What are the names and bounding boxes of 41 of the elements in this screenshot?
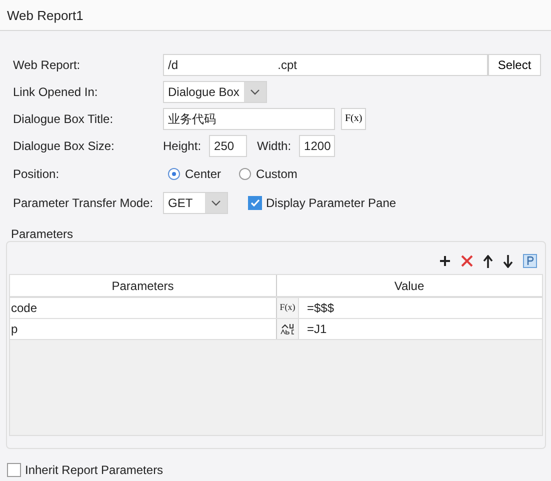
width-field[interactable]: 1200	[299, 134, 336, 156]
radio-button[interactable]	[168, 168, 180, 180]
parameter-icon[interactable]	[523, 254, 537, 268]
field-label: Link Opened In:	[13, 84, 99, 100]
field-label: Dialogue Box Size:	[13, 138, 116, 154]
field-label: Position:	[13, 166, 60, 183]
checkbox-label[interactable]: Inherit Report Parameters	[25, 461, 164, 479]
column-header: Value	[394, 278, 424, 294]
field-label: Web Report:	[13, 56, 82, 74]
checkbox-label[interactable]: Display Parameter Pane	[266, 194, 396, 212]
web-report-field[interactable]: /d .cpt	[163, 54, 488, 76]
title-field[interactable]: 业务代码	[163, 108, 335, 130]
table-cell-text: =$$$	[307, 300, 334, 317]
text-type-icon[interactable]	[277, 319, 299, 339]
add-icon[interactable]	[439, 255, 451, 267]
field-label: Width:	[257, 138, 292, 154]
height-field[interactable]: 250	[209, 134, 248, 156]
formula-button[interactable]: F(x)	[341, 108, 366, 130]
delete-icon[interactable]	[461, 255, 473, 267]
checkbox[interactable]	[7, 463, 21, 477]
caret-icon	[250, 88, 260, 94]
field-label: Parameter Transfer Mode:	[13, 195, 154, 212]
radio-label[interactable]: Custom	[256, 165, 298, 183]
mode-dropdown[interactable]: GET	[163, 192, 228, 214]
link-dropdown[interactable]: Dialogue Box	[163, 80, 267, 102]
caret-icon	[211, 200, 221, 206]
table-cell-text: p	[11, 321, 18, 338]
field-label: Dialogue Box Title:	[13, 110, 114, 128]
radio-button[interactable]	[239, 168, 252, 180]
formula-type-icon[interactable]: F(x)	[277, 298, 299, 318]
group-title: Parameters	[11, 227, 74, 241]
field-label: Height:	[163, 138, 202, 154]
column-header: Parameters	[112, 278, 174, 294]
table-cell-text: =J1	[307, 321, 327, 338]
down-arrow-icon[interactable]	[503, 254, 513, 268]
checkbox[interactable]	[248, 196, 262, 210]
panel-title: Web Report1	[7, 8, 84, 23]
select-button[interactable]: Select	[488, 54, 541, 76]
radio-label[interactable]: Center	[185, 165, 222, 183]
table-cell-text: code	[11, 300, 38, 317]
up-arrow-icon[interactable]	[483, 254, 493, 268]
